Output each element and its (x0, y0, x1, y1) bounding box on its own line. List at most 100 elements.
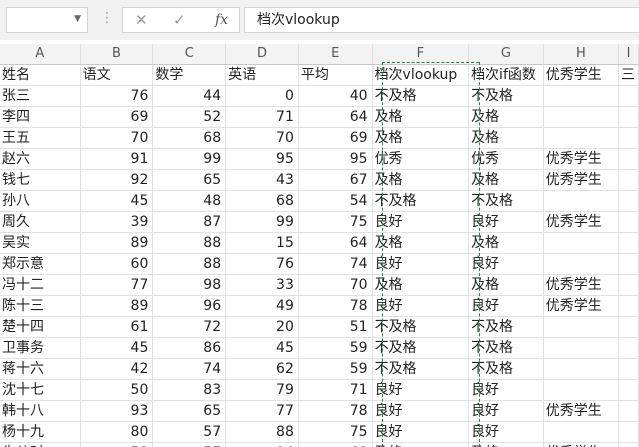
table-cell[interactable]: 不及格 (372, 85, 470, 108)
table-cell[interactable]: 良好 (372, 379, 470, 402)
table-cell[interactable]: 88 (225, 421, 299, 444)
table-cell[interactable] (618, 190, 639, 213)
header-cell[interactable]: 英语 (225, 64, 299, 87)
table-cell[interactable]: 45 (80, 190, 154, 213)
table-cell[interactable]: 43 (225, 169, 299, 192)
table-cell[interactable] (618, 358, 639, 381)
table-cell[interactable]: 李四 (0, 106, 81, 129)
table-cell[interactable]: 优秀学生 (543, 169, 619, 192)
table-cell[interactable]: 64 (298, 232, 373, 255)
header-cell[interactable]: 语文 (80, 64, 154, 87)
header-cell[interactable]: 数学 (152, 64, 227, 87)
table-cell[interactable]: 72 (152, 316, 227, 339)
table-cell[interactable]: 40 (298, 85, 373, 108)
table-cell[interactable]: 50 (80, 379, 154, 402)
table-cell[interactable]: 60 (80, 253, 154, 276)
table-cell[interactable]: 49 (225, 295, 299, 318)
table-cell[interactable] (618, 232, 639, 255)
table-cell[interactable]: 99 (225, 211, 299, 234)
table-cell[interactable]: 周久 (0, 211, 81, 234)
table-cell[interactable]: 张三 (0, 85, 81, 108)
table-cell[interactable]: 及格 (372, 127, 470, 150)
table-cell[interactable]: 0 (225, 85, 299, 108)
table-cell[interactable]: 75 (298, 211, 373, 234)
table-cell[interactable]: 95 (298, 148, 373, 171)
table-cell[interactable]: 88 (152, 253, 227, 276)
table-cell[interactable]: 76 (225, 253, 299, 276)
table-cell[interactable]: 76 (80, 85, 154, 108)
table-cell[interactable]: 52 (152, 106, 227, 129)
table-cell[interactable] (618, 148, 639, 171)
table-cell[interactable]: 44 (152, 85, 227, 108)
table-cell[interactable]: 优秀 (372, 148, 470, 171)
table-cell[interactable]: 48 (152, 190, 227, 213)
table-cell[interactable]: 65 (152, 400, 227, 423)
table-cell[interactable]: 郑示意 (0, 253, 81, 276)
table-cell[interactable]: 吴实 (0, 232, 81, 255)
table-cell[interactable]: 15 (225, 232, 299, 255)
table-cell[interactable] (543, 232, 619, 255)
table-cell[interactable]: 杨十九 (0, 421, 81, 444)
formula-input[interactable]: 档次vlookup (244, 7, 639, 33)
table-cell[interactable]: 良好 (372, 295, 470, 318)
header-cell[interactable]: 档次vlookup (372, 64, 470, 87)
table-cell[interactable] (543, 106, 619, 129)
header-cell[interactable]: 优秀学生 (543, 64, 619, 87)
table-cell[interactable]: 沈十七 (0, 379, 81, 402)
table-cell[interactable]: 冯十二 (0, 274, 81, 297)
table-cell[interactable]: 92 (80, 169, 154, 192)
table-cell[interactable]: 78 (298, 400, 373, 423)
chevron-down-icon[interactable]: ▼ (74, 14, 81, 24)
table-cell[interactable]: 45 (225, 337, 299, 360)
table-cell[interactable]: 及格 (372, 169, 470, 192)
table-cell[interactable]: 89 (80, 232, 154, 255)
table-cell[interactable]: 不及格 (372, 358, 470, 381)
table-cell[interactable]: 赵六 (0, 148, 81, 171)
function-icon[interactable]: fx (215, 12, 228, 28)
column-header[interactable]: C (152, 44, 227, 66)
table-cell[interactable]: 不及格 (372, 190, 470, 213)
table-cell[interactable]: 74 (152, 358, 227, 381)
table-cell[interactable]: 及格 (372, 106, 470, 129)
table-cell[interactable]: 74 (298, 253, 373, 276)
column-header[interactable]: D (225, 44, 299, 66)
table-cell[interactable] (618, 211, 639, 234)
table-cell[interactable]: 卫事务 (0, 337, 81, 360)
table-cell[interactable]: 良好 (372, 400, 470, 423)
table-cell[interactable]: 68 (225, 190, 299, 213)
table-cell[interactable]: 王五 (0, 127, 81, 150)
table-cell[interactable] (618, 295, 639, 318)
table-cell[interactable]: 94 (225, 442, 299, 447)
table-cell[interactable]: 59 (298, 358, 373, 381)
table-cell[interactable]: 62 (225, 358, 299, 381)
table-cell[interactable]: 96 (152, 295, 227, 318)
table-cell[interactable] (618, 442, 639, 447)
table-cell[interactable]: 孙八 (0, 190, 81, 213)
table-cell[interactable]: 良好 (372, 211, 470, 234)
table-cell[interactable]: 77 (225, 400, 299, 423)
table-cell[interactable] (543, 358, 619, 381)
table-cell[interactable]: 83 (152, 379, 227, 402)
table-cell[interactable]: 良好 (372, 253, 470, 276)
table-cell[interactable]: 及格 (372, 274, 470, 297)
column-header[interactable]: E (298, 44, 373, 66)
table-cell[interactable] (618, 274, 639, 297)
table-cell[interactable]: 80 (80, 421, 154, 444)
table-cell[interactable]: 优秀学生 (543, 148, 619, 171)
more-icon[interactable]: ⋮ (100, 10, 114, 26)
table-cell[interactable]: 71 (225, 106, 299, 129)
table-cell[interactable]: 陈十三 (0, 295, 81, 318)
table-cell[interactable]: 68 (298, 442, 373, 447)
header-cell[interactable]: 三 (618, 64, 639, 87)
column-header[interactable]: H (543, 44, 619, 66)
table-cell[interactable]: 99 (152, 148, 227, 171)
table-cell[interactable]: 69 (80, 106, 154, 129)
table-cell[interactable]: 93 (80, 400, 154, 423)
table-cell[interactable] (618, 106, 639, 129)
column-header[interactable]: A (0, 44, 81, 66)
table-cell[interactable]: 64 (298, 106, 373, 129)
column-header[interactable]: I (618, 44, 639, 66)
table-cell[interactable]: 67 (298, 169, 373, 192)
table-cell[interactable] (543, 253, 619, 276)
table-cell[interactable]: 优秀学生 (543, 274, 619, 297)
